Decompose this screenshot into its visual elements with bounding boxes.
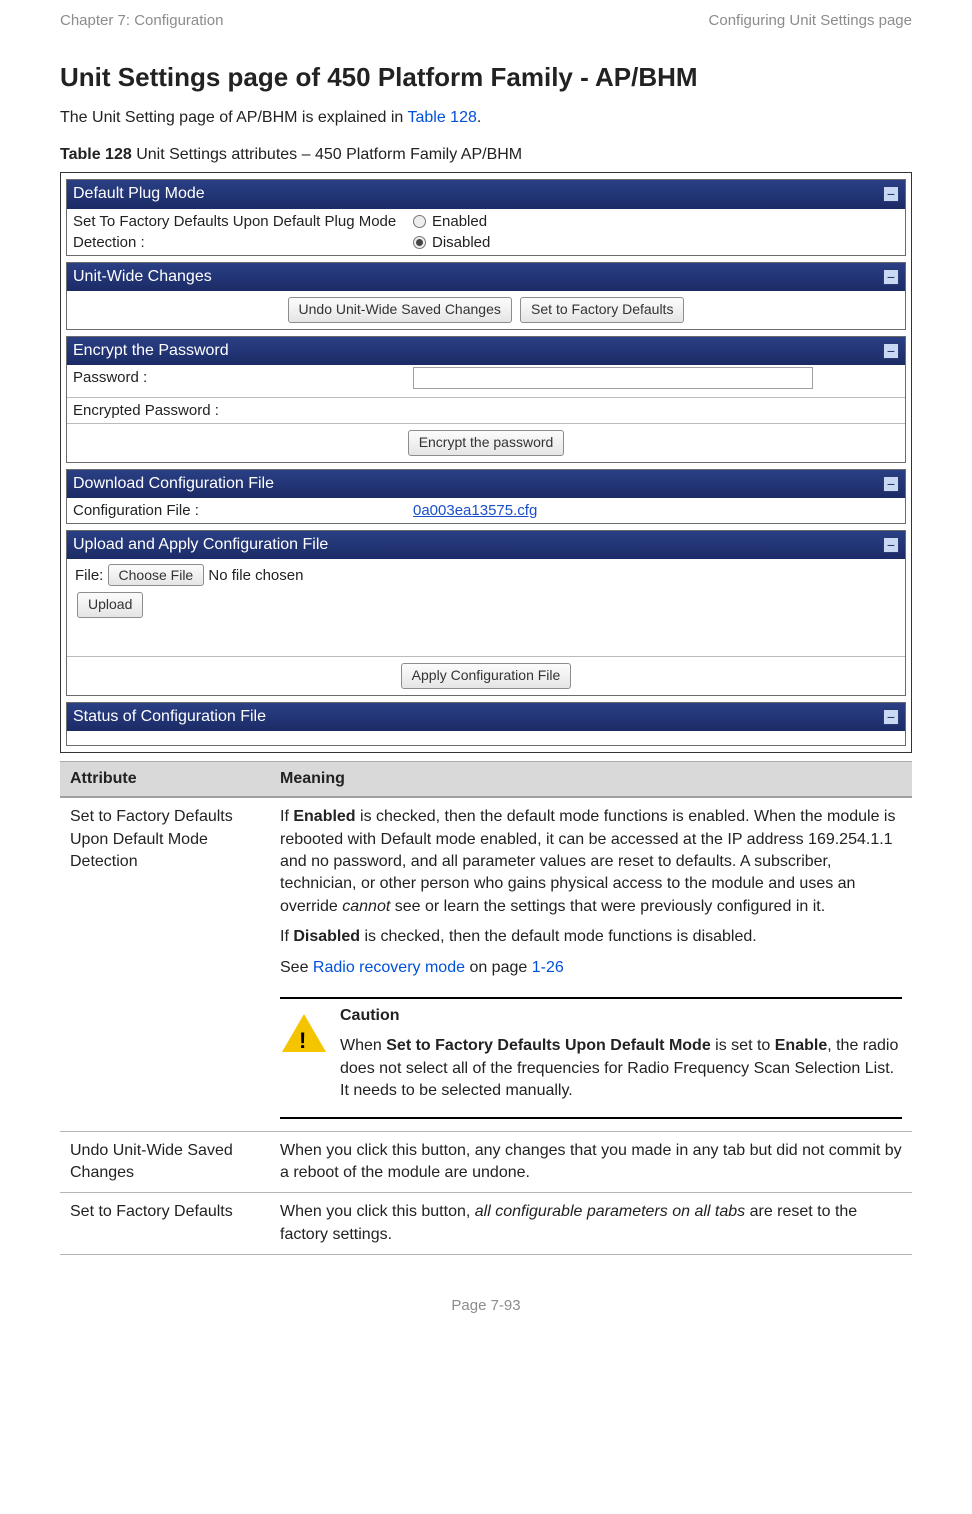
panel-status: Status of Configuration File −: [66, 702, 906, 746]
file-label: File:: [75, 567, 103, 584]
table-caption: Table 128 Unit Settings attributes – 450…: [60, 144, 912, 166]
radio-enabled[interactable]: [413, 215, 426, 228]
panel-title: Upload and Apply Configuration File: [73, 534, 328, 556]
panel-title: Status of Configuration File: [73, 706, 266, 728]
text: see or learn the settings that were prev…: [390, 898, 825, 915]
apply-config-button[interactable]: Apply Configuration File: [401, 663, 572, 689]
choose-file-button[interactable]: Choose File: [108, 564, 205, 586]
meaning-cell: When you click this button, all configur…: [270, 1193, 912, 1255]
text: When you click this button,: [280, 1203, 475, 1220]
collapse-icon[interactable]: −: [883, 476, 899, 492]
encrypt-password-button[interactable]: Encrypt the password: [408, 430, 565, 456]
bold-text: Enable: [775, 1037, 827, 1054]
panel-header: Download Configuration File −: [67, 470, 905, 498]
bold-text: Set to Factory Defaults Upon Default Mod…: [386, 1037, 710, 1054]
caution-block: Caution When Set to Factory Defaults Upo…: [280, 997, 902, 1119]
table-caption-rest: Unit Settings attributes – 450 Platform …: [132, 146, 522, 163]
panel-title: Unit-Wide Changes: [73, 266, 212, 288]
radio-enabled-label: Enabled: [432, 211, 487, 232]
collapse-icon[interactable]: −: [883, 343, 899, 359]
no-file-text: No file chosen: [208, 567, 303, 584]
page-header: Chapter 7: Configuration Configuring Uni…: [60, 10, 912, 31]
table-row: Set to Factory Defaults When you click t…: [60, 1193, 912, 1255]
caution-title: Caution: [340, 1007, 400, 1024]
attr-cell: Undo Unit-Wide Saved Changes: [60, 1131, 270, 1193]
text: on page: [469, 959, 531, 976]
intro-paragraph: The Unit Setting page of AP/BHM is expla…: [60, 107, 912, 129]
text: If: [280, 928, 293, 945]
undo-unitwide-button[interactable]: Undo Unit-Wide Saved Changes: [288, 297, 512, 323]
panel-header: Status of Configuration File −: [67, 703, 905, 731]
table-caption-bold: Table 128: [60, 146, 132, 163]
panel-header: Encrypt the Password −: [67, 337, 905, 365]
header-right: Configuring Unit Settings page: [709, 10, 912, 31]
collapse-icon[interactable]: −: [883, 269, 899, 285]
meaning-cell: When you click this button, any changes …: [270, 1131, 912, 1193]
attr-cell: Set to Factory Defaults Upon Default Mod…: [60, 797, 270, 1131]
config-file-label: Configuration File :: [73, 500, 413, 521]
table-header-row: Attribute Meaning: [60, 761, 912, 797]
radio-disabled[interactable]: [413, 236, 426, 249]
table-ref-link[interactable]: Table 128: [407, 109, 476, 126]
panel-title: Default Plug Mode: [73, 183, 205, 205]
password-input[interactable]: [413, 367, 813, 389]
config-file-link[interactable]: 0a003ea13575.cfg: [413, 502, 537, 519]
table-row: Undo Unit-Wide Saved Changes When you cl…: [60, 1131, 912, 1193]
table-row: Set to Factory Defaults Upon Default Mod…: [60, 797, 912, 1131]
page-ref-link[interactable]: 1-26: [532, 959, 564, 976]
panel-title: Download Configuration File: [73, 473, 274, 495]
text: See: [280, 959, 313, 976]
encrypted-password-label: Encrypted Password :: [73, 400, 413, 421]
radio-disabled-label: Disabled: [432, 232, 490, 253]
caution-text: Caution When Set to Factory Defaults Upo…: [340, 1005, 902, 1111]
col-attribute: Attribute: [60, 761, 270, 797]
italic-text: all configurable parameters on all tabs: [475, 1203, 745, 1220]
text: When: [340, 1037, 386, 1054]
intro-suffix: .: [477, 109, 481, 126]
collapse-icon[interactable]: −: [883, 186, 899, 202]
text: is set to: [711, 1037, 775, 1054]
meaning-cell: If Enabled is checked, then the default …: [270, 797, 912, 1131]
panel-header: Unit-Wide Changes −: [67, 263, 905, 291]
attribute-table: Attribute Meaning Set to Factory Default…: [60, 761, 912, 1255]
italic-text: cannot: [342, 898, 390, 915]
radio-recovery-link[interactable]: Radio recovery mode: [313, 959, 470, 976]
upload-button[interactable]: Upload: [77, 592, 143, 618]
text: If: [280, 808, 293, 825]
panel-title: Encrypt the Password: [73, 340, 229, 362]
panel-header: Upload and Apply Configuration File −: [67, 531, 905, 559]
default-plug-label: Set To Factory Defaults Upon Default Plu…: [73, 211, 413, 253]
attr-cell: Set to Factory Defaults: [60, 1193, 270, 1255]
page-title: Unit Settings page of 450 Platform Famil…: [60, 59, 912, 95]
bold-text: Enabled: [293, 808, 355, 825]
header-left: Chapter 7: Configuration: [60, 10, 223, 31]
panel-encrypt: Encrypt the Password − Password : Encryp…: [66, 336, 906, 463]
page-footer: Page 7-93: [60, 1295, 912, 1316]
text: is checked, then the default mode functi…: [360, 928, 757, 945]
panel-upload: Upload and Apply Configuration File − Fi…: [66, 530, 906, 696]
intro-prefix: The Unit Setting page of AP/BHM is expla…: [60, 109, 407, 126]
panel-unitwide: Unit-Wide Changes − Undo Unit-Wide Saved…: [66, 262, 906, 330]
set-factory-defaults-button[interactable]: Set to Factory Defaults: [520, 297, 684, 323]
caution-icon: [280, 1009, 328, 1057]
password-label: Password :: [73, 367, 413, 395]
bold-text: Disabled: [293, 928, 360, 945]
collapse-icon[interactable]: −: [883, 709, 899, 725]
col-meaning: Meaning: [270, 761, 912, 797]
panel-default-plug: Default Plug Mode − Set To Factory Defau…: [66, 179, 906, 255]
panel-header: Default Plug Mode −: [67, 180, 905, 208]
panel-download: Download Configuration File − Configurat…: [66, 469, 906, 524]
collapse-icon[interactable]: −: [883, 537, 899, 553]
ui-screenshot: Default Plug Mode − Set To Factory Defau…: [60, 172, 912, 753]
